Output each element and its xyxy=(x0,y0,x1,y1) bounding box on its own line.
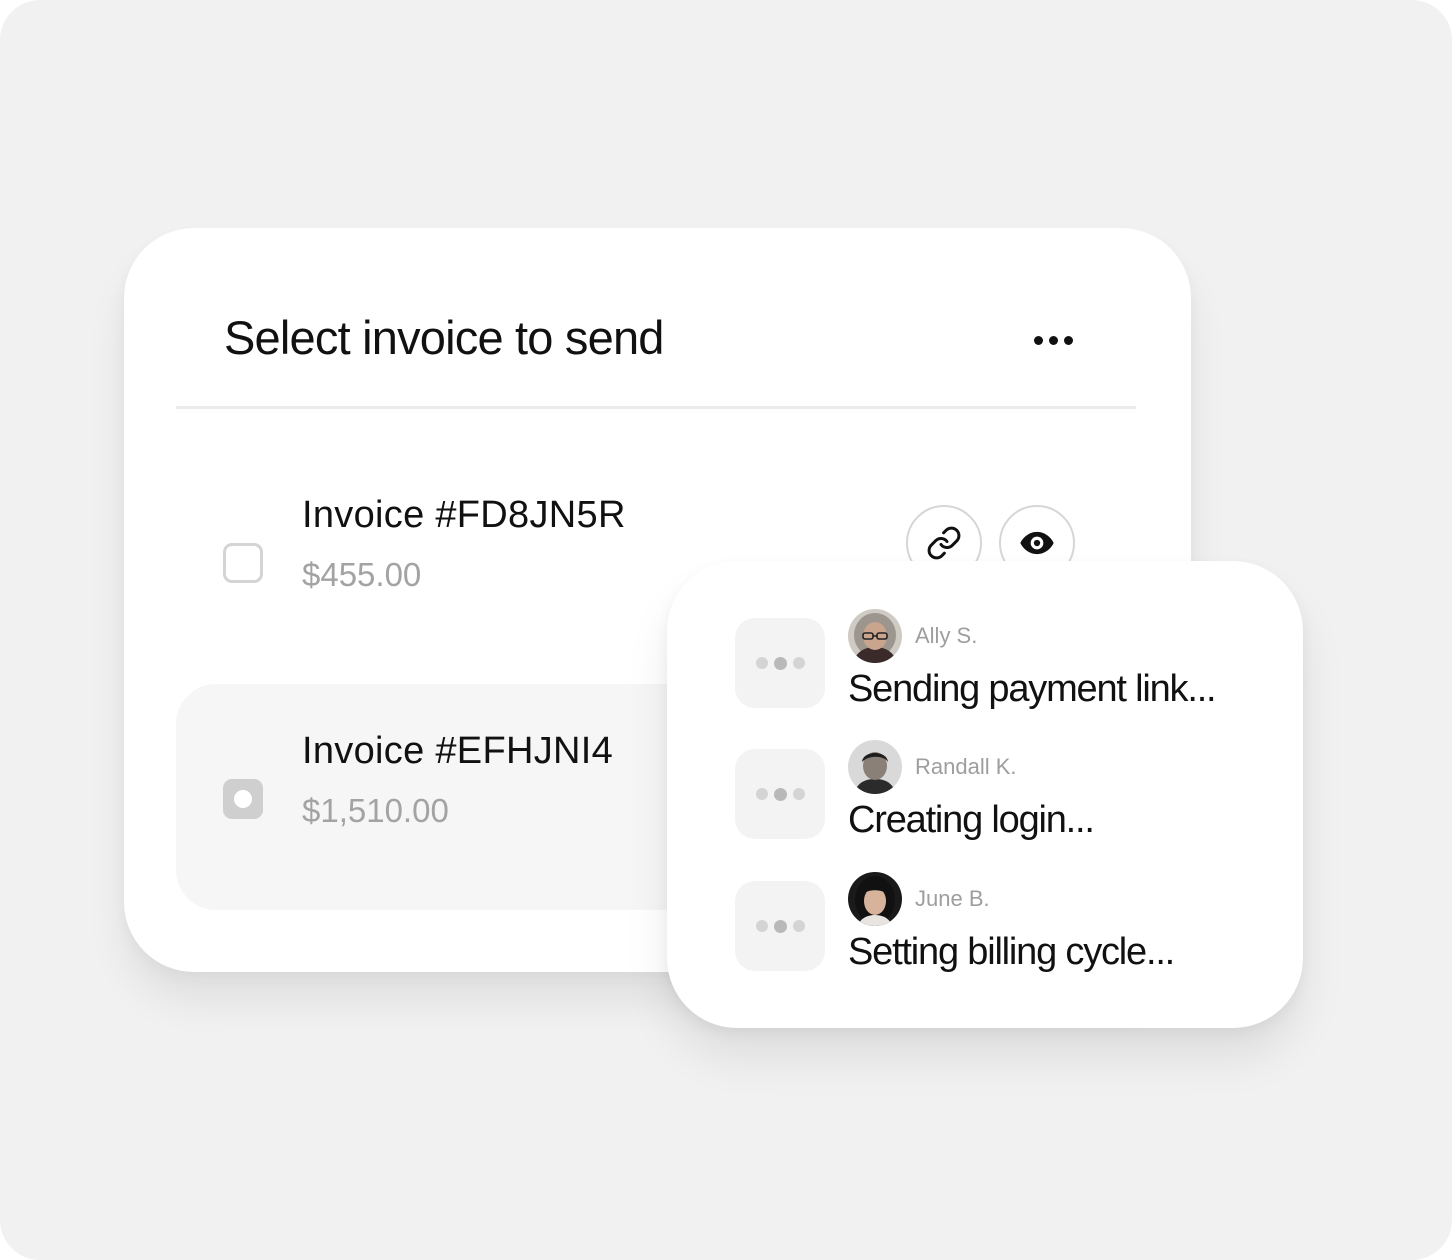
loader-dot xyxy=(773,656,787,670)
loader-dot xyxy=(755,920,768,932)
activity-card: Ally S. Sending payment link... Randall … xyxy=(667,561,1303,1028)
invoice-checkbox-checked[interactable] xyxy=(223,779,263,819)
invoice-amount: $455.00 xyxy=(302,556,422,593)
loader-dot xyxy=(755,657,768,669)
person-name: Ally S. xyxy=(915,623,978,648)
invoice-checkbox[interactable] xyxy=(223,543,263,583)
activity-item: June B. Setting billing cycle... xyxy=(735,872,1275,973)
canvas: Select invoice to send Invoice #FD8JN5R … xyxy=(0,0,1452,1260)
link-icon xyxy=(927,526,961,560)
activity-item: Ally S. Sending payment link... xyxy=(735,609,1275,710)
loader-dot xyxy=(773,787,787,801)
loader-dot xyxy=(773,919,787,933)
more-dot xyxy=(1048,335,1058,345)
activity-status: Setting billing cycle... xyxy=(848,931,1175,973)
invoice-title: Invoice #FD8JN5R xyxy=(302,494,626,536)
invoice-title: Invoice #EFHJNI4 xyxy=(302,730,614,772)
loader-dot xyxy=(792,657,805,669)
eye-icon xyxy=(1020,531,1054,555)
person-name: June B. xyxy=(915,886,990,911)
avatar xyxy=(848,609,902,663)
avatar-randall-image xyxy=(848,740,902,794)
avatar-ally-image xyxy=(848,609,902,663)
avatar xyxy=(848,872,902,926)
avatar-june-image xyxy=(848,872,902,926)
invoice-amount: $1,510.00 xyxy=(302,792,449,829)
more-dot xyxy=(1063,335,1073,345)
activity-status: Creating login... xyxy=(848,799,1095,841)
loading-dots-icon xyxy=(735,749,825,839)
loading-dots-icon xyxy=(735,881,825,971)
loader-dot xyxy=(755,788,768,800)
person-name: Randall K. xyxy=(915,754,1017,779)
loading-dots-icon xyxy=(735,618,825,708)
more-options-button[interactable] xyxy=(1022,318,1084,362)
loader-dot xyxy=(792,920,805,932)
page-title: Select invoice to send xyxy=(224,311,664,364)
more-dot xyxy=(1033,335,1043,345)
loader-dot xyxy=(792,788,805,800)
divider xyxy=(176,406,1136,409)
activity-status: Sending payment link... xyxy=(848,668,1217,710)
activity-item: Randall K. Creating login... xyxy=(735,740,1275,841)
avatar xyxy=(848,740,902,794)
